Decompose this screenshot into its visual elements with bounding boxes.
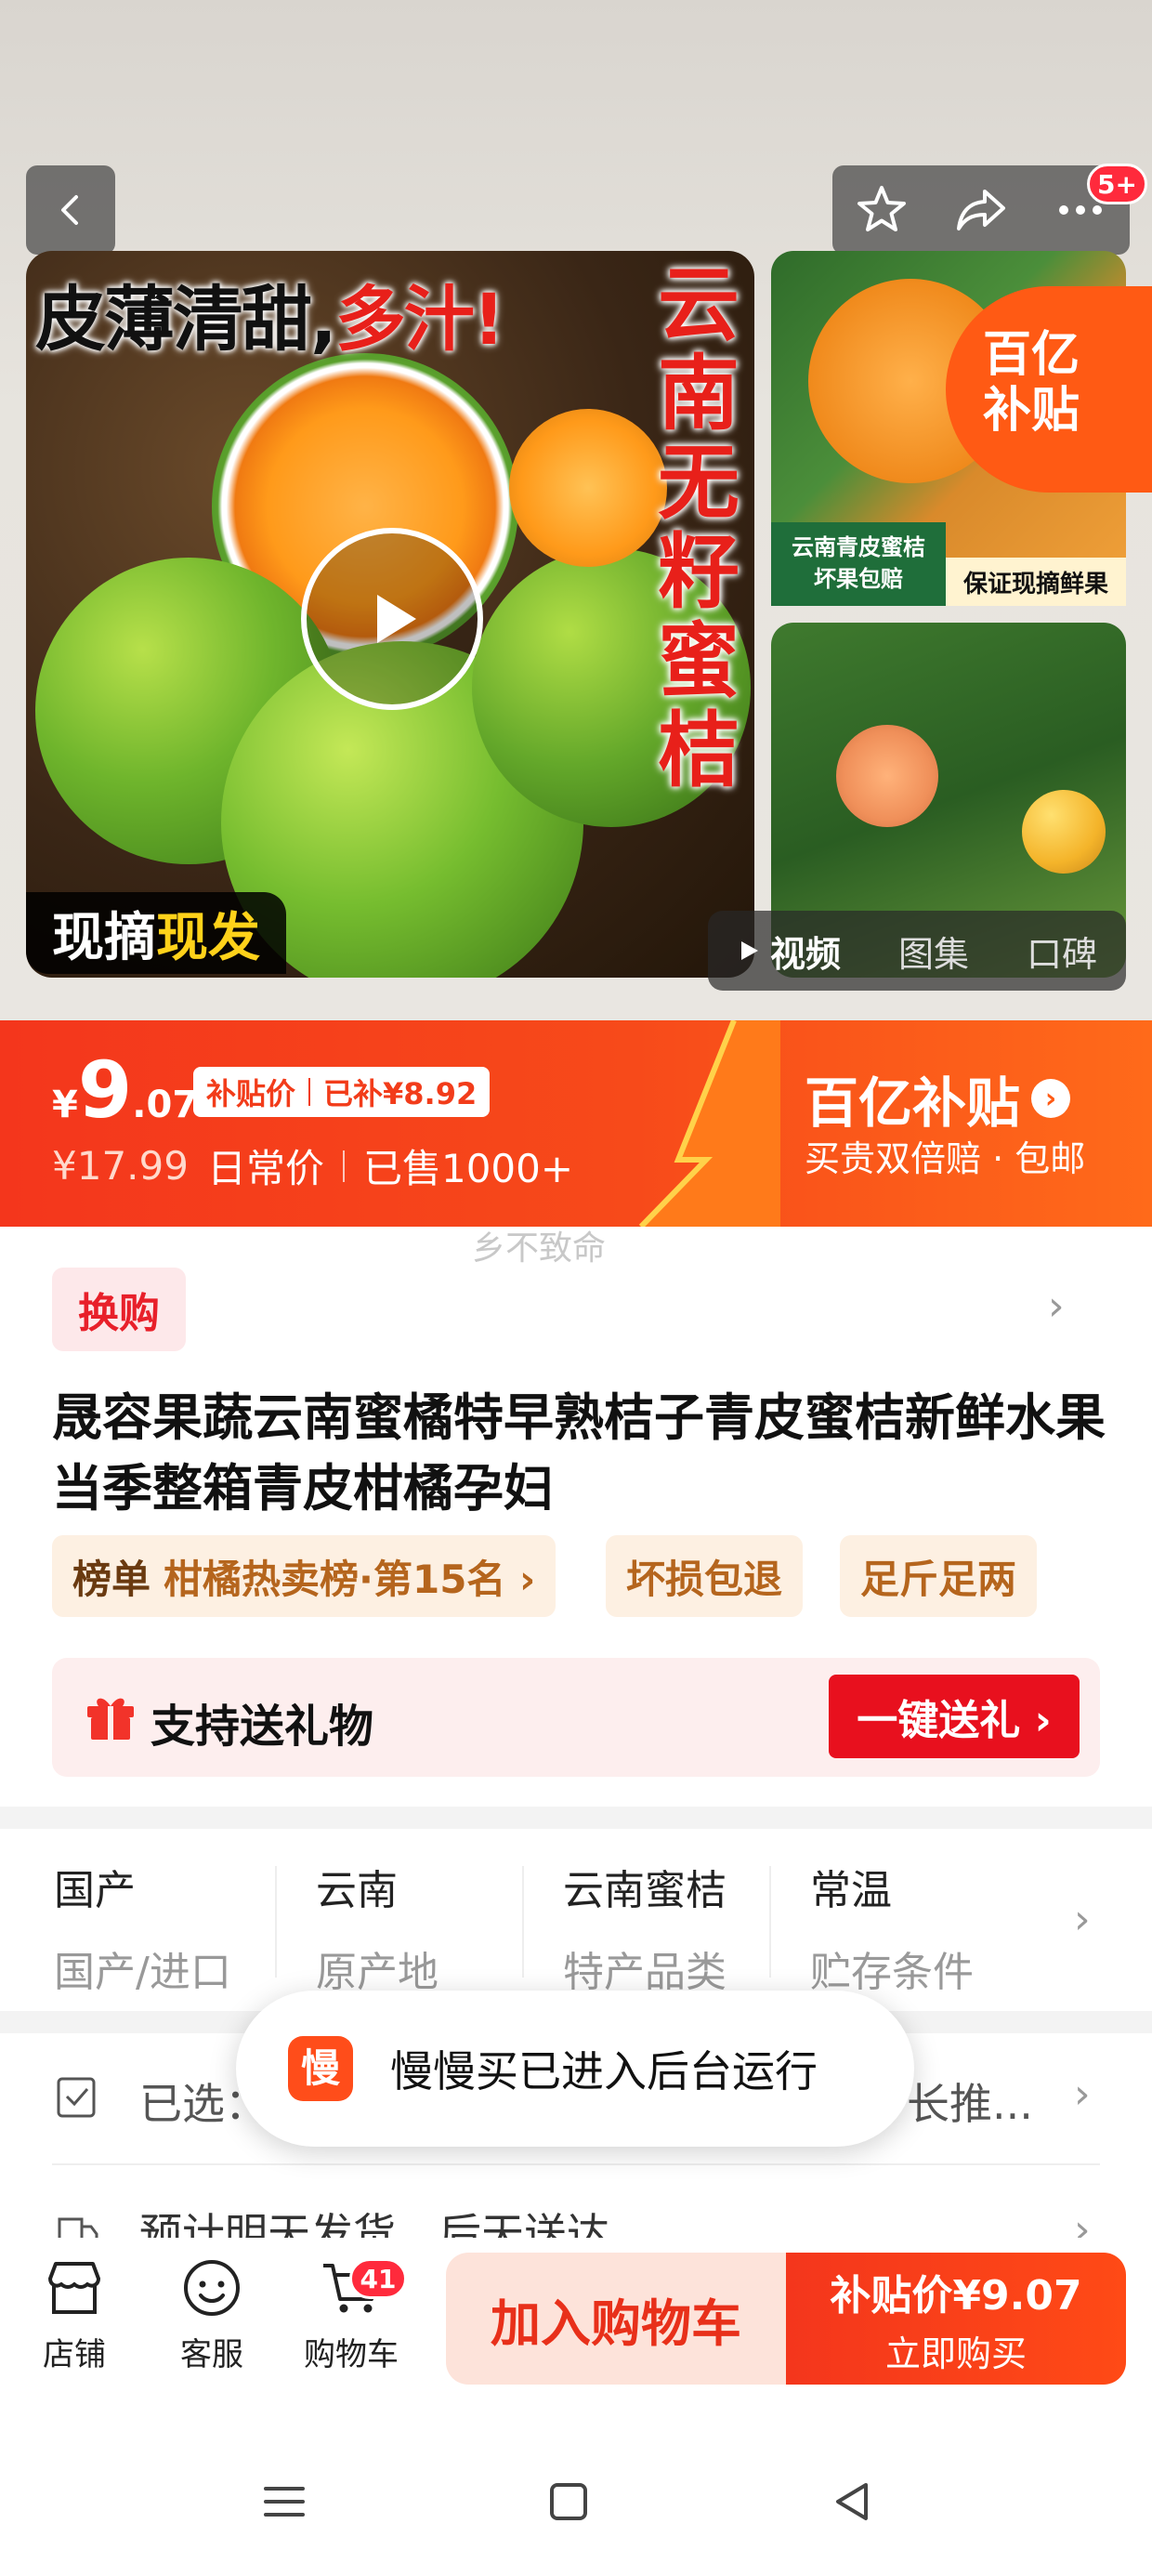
tab-reviews[interactable]: 口碑 xyxy=(1027,926,1097,977)
favorite-button[interactable] xyxy=(844,173,919,247)
cart-count-badge: 41 xyxy=(349,2258,407,2299)
tab-gallery[interactable]: 图集 xyxy=(898,926,969,977)
chevron-left-icon xyxy=(61,195,78,225)
orange-on-tree-image xyxy=(1022,790,1106,874)
back-triangle-icon[interactable] xyxy=(825,2474,881,2530)
back-button[interactable] xyxy=(26,165,115,255)
chevron-right-icon[interactable]: › xyxy=(1048,1282,1065,1330)
product-title: 晟容果蔬云南蜜橘特早熟桔子青皮蜜桔新鲜水果当季整箱青皮柑橘孕妇 xyxy=(52,1388,1106,1518)
subsidy-price-label: 补贴价 已补¥8.92 xyxy=(193,1067,491,1117)
attribute-category: 云南蜜桔 特产品类 xyxy=(563,1867,727,1996)
shop-button[interactable]: 店铺 xyxy=(19,2254,130,2374)
attribute-storage: 常温 贮存条件 xyxy=(810,1867,974,1996)
original-price-label: 日常价 xyxy=(206,1146,324,1191)
app-logo-icon: 慢 xyxy=(288,2036,353,2101)
smiley-chat-icon xyxy=(184,2260,240,2316)
section-divider xyxy=(0,1807,1152,1829)
attribute-origin-type: 国产 国产/进口 xyxy=(54,1867,231,1996)
image-headline: 皮薄清甜,多汁! xyxy=(35,278,505,361)
swap-tag[interactable]: 换购 xyxy=(52,1268,186,1351)
thumbnail-caption: 保证现摘鲜果 xyxy=(946,558,1126,606)
gift-icon xyxy=(87,1698,134,1740)
orange-in-hand-image xyxy=(836,725,938,827)
attribute-origin: 云南 原产地 xyxy=(316,1867,439,1996)
send-gift-button[interactable]: 一键送礼 › xyxy=(829,1675,1080,1758)
image-vertical-title: 云南无籽蜜桔 xyxy=(657,256,740,798)
gift-support-label: 支持送礼物 xyxy=(151,1701,374,1753)
current-price: ¥9.07 xyxy=(52,1045,199,1136)
star-icon xyxy=(857,186,907,231)
buy-now-button[interactable]: 补贴价¥9.07 立即购买 xyxy=(786,2253,1126,2385)
main-product-image[interactable]: 皮薄清甜,多汁! 云南无籽蜜桔 现摘 现发 xyxy=(26,251,754,978)
original-price: ¥17.99 xyxy=(52,1143,189,1189)
subsidy-badge: 百亿 补贴 xyxy=(946,286,1152,493)
media-tabs: 视频 图集 口碑 xyxy=(708,911,1126,991)
chevron-right-icon[interactable]: › xyxy=(1074,2070,1091,2118)
play-icon xyxy=(377,595,416,643)
background-running-toast: 慢 慢慢买已进入后台运行 xyxy=(236,1991,914,2147)
watermark: 乡不致命 xyxy=(472,1229,607,1268)
product-attributes[interactable]: 国产 国产/进口 云南 原产地 云南蜜桔 特产品类 常温 贮存条件 xyxy=(0,1829,1152,2011)
notification-badge: 5+ xyxy=(1087,164,1147,204)
tab-video[interactable]: 视频 xyxy=(737,926,841,977)
sold-count: 已售1000+ xyxy=(362,1146,574,1191)
spec-box-icon xyxy=(57,2077,96,2118)
play-icon xyxy=(740,941,758,960)
ranking-tag[interactable]: 榜单 柑橘热卖榜·第15名 › xyxy=(52,1535,556,1617)
share-icon xyxy=(956,190,1005,230)
menu-icon[interactable] xyxy=(256,2474,312,2530)
subsidy-program-subtitle: 买贵双倍赔 · 包邮 xyxy=(805,1138,1086,1179)
home-square-icon[interactable] xyxy=(541,2474,596,2530)
share-button[interactable] xyxy=(944,173,1018,247)
price-secondary-line: ¥17.99 日常价 已售1000+ xyxy=(52,1137,573,1194)
lightning-divider-icon xyxy=(638,1020,780,1227)
damage-refund-tag[interactable]: 坏损包退 xyxy=(606,1535,804,1617)
store-icon xyxy=(48,2262,100,2314)
fresh-picked-tag: 现摘 现发 xyxy=(26,892,286,974)
subsidy-program-link[interactable]: 百亿补贴 › xyxy=(805,1059,1071,1137)
top-actions xyxy=(832,165,1130,255)
chevron-right-icon: › xyxy=(1031,1079,1071,1118)
selected-spec-summary: 长推... xyxy=(907,2079,1033,2129)
thumbnail-caption: 云南青皮蜜桔 坏果包赔 xyxy=(771,522,946,606)
row-divider xyxy=(52,2163,1100,2165)
orange-slice-image xyxy=(509,409,667,567)
toast-message: 慢慢买已进入后台运行 xyxy=(390,2046,818,2096)
add-to-cart-button[interactable]: 加入购物车 xyxy=(446,2253,786,2385)
full-weight-tag[interactable]: 足斤足两 xyxy=(840,1535,1038,1617)
chevron-right-icon[interactable]: › xyxy=(1074,1896,1091,1943)
customer-service-button[interactable]: 客服 xyxy=(156,2254,268,2374)
play-video-button[interactable] xyxy=(301,528,483,710)
